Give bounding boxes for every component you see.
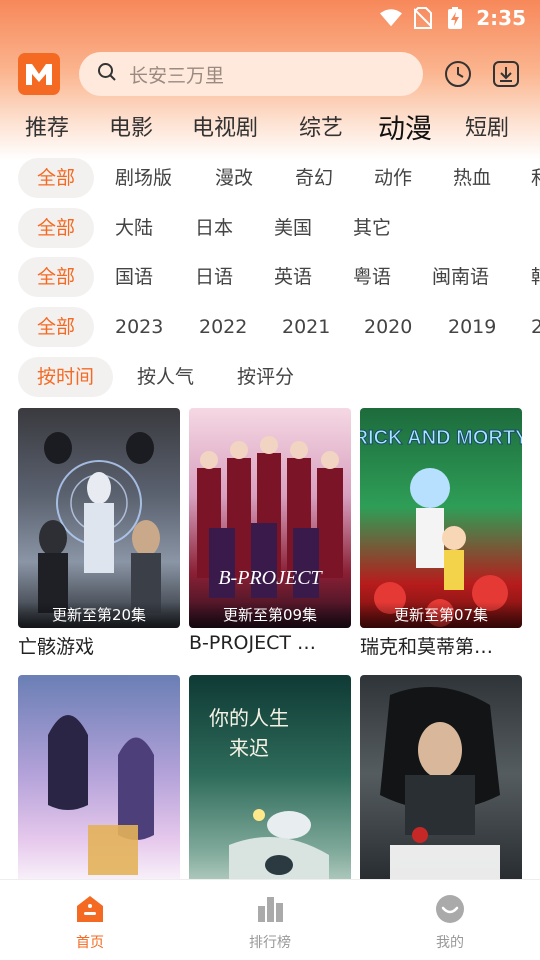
video-card[interactable]: B-PROJECT 更新至第09集 B-PROJECT … [189, 408, 351, 654]
svg-text:来迟: 来迟 [229, 736, 269, 760]
episode-label: 更新至第20集 [18, 602, 180, 628]
filter-language-mandarin[interactable]: 国语 [115, 257, 153, 297]
nav-ranking[interactable]: 排行榜 [230, 894, 310, 952]
filter-region-all[interactable]: 全部 [18, 208, 95, 248]
filter-year-2021[interactable]: 2021 [282, 307, 330, 347]
history-icon[interactable] [444, 60, 472, 88]
svg-text:RICK AND MORTY: RICK AND MORTY [360, 427, 522, 449]
filter-row-region: 全部 大陆 日本 美国 其它 [0, 208, 540, 248]
search-icon [97, 62, 117, 86]
clock-time: 2:35 [476, 6, 526, 30]
sort-by-popularity[interactable]: 按人气 [137, 357, 194, 397]
filter-genre-more[interactable]: 和 [531, 158, 540, 198]
nav-home[interactable]: 首页 [50, 894, 130, 952]
filter-year-all[interactable]: 全部 [18, 307, 95, 347]
filter-language-cantonese[interactable]: 粤语 [353, 257, 391, 297]
video-title: B-PROJECT … [189, 632, 317, 654]
filter-language-minnan[interactable]: 闽南语 [432, 257, 489, 297]
video-card[interactable]: 更新至第20集 亡骸游戏 [18, 408, 180, 659]
bottom-nav: 首页 排行榜 我的 [0, 879, 540, 960]
sort-row: 按时间 按人气 按评分 [0, 357, 540, 397]
poster-image: 你的人生 来迟 [189, 675, 351, 895]
profile-icon [435, 894, 465, 924]
episode-label: 更新至第07集 [360, 602, 522, 628]
app-logo[interactable] [18, 53, 60, 95]
tab-movie[interactable]: 电影 [109, 110, 153, 142]
poster-image: 更新至第20集 [18, 408, 180, 628]
no-sim-icon [412, 7, 434, 29]
filter-language-all[interactable]: 全部 [18, 257, 95, 297]
poster-image: RICK AND MORTY 更新至第07集 [360, 408, 522, 628]
filter-region-japan[interactable]: 日本 [195, 208, 233, 248]
episode-label: 更新至第09集 [189, 602, 351, 628]
tab-short-drama[interactable]: 短剧 [465, 110, 509, 142]
filter-region-usa[interactable]: 美国 [274, 208, 312, 248]
sort-by-time[interactable]: 按时间 [18, 357, 114, 397]
nav-label: 首页 [76, 935, 104, 951]
search-placeholder: 长安三万里 [129, 64, 225, 87]
filter-genre-fantasy[interactable]: 奇幻 [295, 158, 333, 198]
filter-genre-all[interactable]: 全部 [18, 158, 95, 198]
filter-region-other[interactable]: 其它 [353, 208, 391, 248]
nav-profile[interactable]: 我的 [410, 894, 490, 952]
video-title: 瑞克和莫蒂第… [360, 636, 494, 658]
battery-charging-icon [444, 7, 466, 29]
filter-genre-action[interactable]: 动作 [374, 158, 412, 198]
tab-anime[interactable]: 动漫 [378, 107, 432, 146]
video-card[interactable]: RICK AND MORTY 更新至第07集 瑞克和莫蒂第… [360, 408, 522, 659]
video-card[interactable] [360, 675, 522, 899]
poster-image [18, 675, 180, 895]
poster-image: B-PROJECT 更新至第09集 [189, 408, 351, 628]
filter-year-2020[interactable]: 2020 [364, 307, 412, 347]
filter-year-more[interactable]: 2 [531, 307, 540, 347]
tab-tv-series[interactable]: 电视剧 [192, 110, 258, 142]
svg-text:B-PROJECT: B-PROJECT [218, 567, 323, 589]
ranking-icon [255, 894, 285, 924]
wifi-icon [380, 7, 403, 29]
filter-row-language: 全部 国语 日语 英语 粤语 闽南语 韩 [0, 257, 540, 297]
filter-genre-theatrical[interactable]: 剧场版 [115, 158, 172, 198]
filter-genre-adaptation[interactable]: 漫改 [215, 158, 253, 198]
nav-label: 排行榜 [249, 935, 291, 951]
poster-image [360, 675, 522, 895]
tab-recommend[interactable]: 推荐 [25, 110, 69, 142]
top-bar: 长安三万里 [0, 50, 540, 98]
download-icon[interactable] [492, 60, 520, 88]
category-tabs: 推荐 电影 电视剧 综艺 动漫 短剧 [0, 110, 540, 150]
filter-genre-hot-blood[interactable]: 热血 [453, 158, 491, 198]
home-icon [75, 894, 105, 924]
video-card[interactable]: 你的人生 来迟 [189, 675, 351, 899]
filter-year-2023[interactable]: 2023 [115, 307, 163, 347]
filter-language-english[interactable]: 英语 [274, 257, 312, 297]
filter-row-genre: 全部 剧场版 漫改 奇幻 动作 热血 和 [0, 158, 540, 198]
filter-language-japanese[interactable]: 日语 [195, 257, 233, 297]
tab-variety[interactable]: 综艺 [299, 110, 343, 142]
video-card[interactable] [18, 675, 180, 899]
filter-language-more[interactable]: 韩 [531, 257, 540, 297]
video-title: 亡骸游戏 [18, 636, 95, 658]
svg-text:你的人生: 你的人生 [209, 706, 289, 730]
filter-region-mainland[interactable]: 大陆 [115, 208, 153, 248]
filter-row-year: 全部 2023 2022 2021 2020 2019 2 [0, 307, 540, 347]
filter-year-2019[interactable]: 2019 [448, 307, 496, 347]
filter-year-2022[interactable]: 2022 [199, 307, 247, 347]
status-bar: 2:35 [0, 0, 540, 36]
search-input[interactable]: 长安三万里 [79, 52, 423, 96]
sort-by-rating[interactable]: 按评分 [237, 357, 294, 397]
nav-label: 我的 [436, 935, 464, 951]
